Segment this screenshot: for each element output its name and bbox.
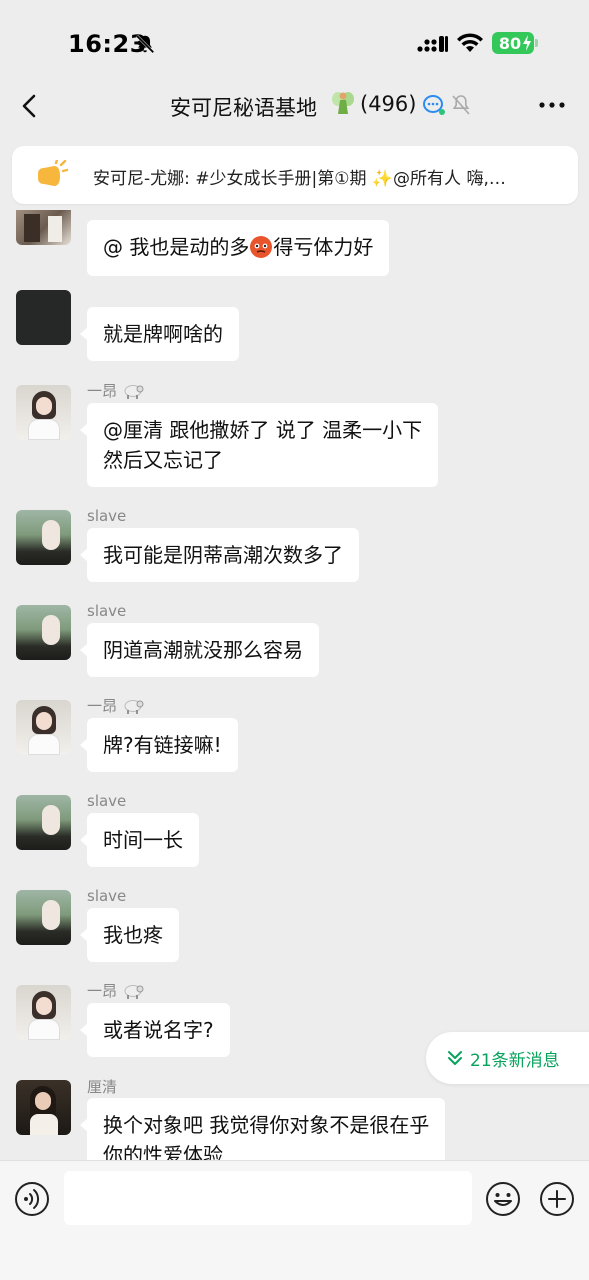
nav-bar: 安可尼秘语基地 (496) xyxy=(0,84,589,130)
avatar[interactable] xyxy=(16,795,71,850)
wifi-icon xyxy=(457,33,483,52)
message-text: 阴道高潮就没那么容易 xyxy=(103,638,303,662)
sender-name: slave xyxy=(87,602,127,620)
group-notice-banner[interactable]: 安可尼-尤娜: #少女成长手册|第①期 ✨@所有人 嗨,… xyxy=(12,146,578,204)
message-text: 得亏体力好 xyxy=(273,235,374,259)
angry-face-emoji xyxy=(250,236,273,258)
message-text-line: 你的性爱体验 xyxy=(103,1143,223,1160)
back-icon[interactable] xyxy=(16,92,44,120)
notice-text: 安可尼-尤娜: #少女成长手册|第①期 ✨@所有人 嗨,… xyxy=(93,169,506,189)
sheep-emoji xyxy=(124,985,144,999)
sender-name: 一昂 xyxy=(87,980,144,1001)
muted-icon xyxy=(452,95,470,115)
message-bubble[interactable]: 阴道高潮就没那么容易 xyxy=(80,623,319,677)
avatar[interactable] xyxy=(16,1080,71,1135)
voice-icon[interactable] xyxy=(14,1181,50,1217)
status-bar: 16:23 80 xyxy=(0,0,589,84)
avatar[interactable] xyxy=(16,890,71,945)
double-chevron-down-icon xyxy=(448,1051,462,1065)
avatar[interactable] xyxy=(16,700,71,755)
message-text-line: 换个对象吧 我觉得你对象不是很在乎 xyxy=(103,1113,430,1137)
message-bubble[interactable]: 时间一长 xyxy=(80,813,199,867)
battery-level: 80 xyxy=(498,33,522,53)
sender-name: 一昂 xyxy=(87,695,144,716)
sender-name: 一昂 xyxy=(87,380,144,401)
avatar[interactable] xyxy=(16,290,71,345)
more-icon[interactable] xyxy=(538,100,566,110)
message-bubble[interactable]: 我可能是阴蒂高潮次数多了 xyxy=(80,528,359,582)
message-text: 我可能是阴蒂高潮次数多了 xyxy=(103,543,343,567)
input-bar xyxy=(0,1160,589,1280)
message-bubble[interactable]: @ 我也是动的多 得亏体力好 xyxy=(87,220,390,276)
new-messages-label: 21条新消息 xyxy=(470,1050,560,1071)
member-count: (496) xyxy=(360,92,417,116)
plus-icon[interactable] xyxy=(539,1181,575,1217)
message-text: 或者说名字? xyxy=(103,1018,214,1042)
message-text: 我也疼 xyxy=(103,923,163,947)
avatar[interactable] xyxy=(16,510,71,565)
avatar[interactable] xyxy=(16,605,71,660)
sheep-emoji xyxy=(124,700,144,714)
message-text: 就是牌啊啥的 xyxy=(103,322,223,346)
emoji-icon[interactable] xyxy=(485,1181,521,1217)
new-messages-button[interactable]: 21条新消息 xyxy=(426,1032,589,1084)
message-text: @ 我也是动的多 xyxy=(103,235,250,259)
chat-bubble-icon xyxy=(423,95,445,115)
message-bubble[interactable]: 我也疼 xyxy=(80,908,179,962)
battery-indicator: 80 xyxy=(492,32,534,54)
avatar[interactable] xyxy=(16,985,71,1040)
sheep-emoji xyxy=(124,385,144,399)
charging-bolt-icon xyxy=(523,35,531,51)
message-bubble[interactable]: 换个对象吧 我觉得你对象不是很在乎 你的性爱体验 xyxy=(79,1098,446,1160)
message-bubble[interactable]: 牌?有链接嘛! xyxy=(80,718,238,772)
sender-name: slave xyxy=(87,792,127,810)
bell-slash-icon xyxy=(135,34,155,54)
message-bubble[interactable]: 就是牌啊啥的 xyxy=(80,307,239,361)
sender-name: slave xyxy=(87,507,127,525)
chat-message-list[interactable]: @ 我也是动的多 得亏体力好 就是牌啊啥的 一昂 @厘清 跟他撒娇了 说了 温柔一… xyxy=(0,210,589,1160)
message-input[interactable] xyxy=(64,1171,472,1225)
message-bubble[interactable]: @厘清 跟他撒娇了 说了 温柔一小下 然后又忘记了 xyxy=(79,403,439,487)
sender-name: 厘清 xyxy=(87,1078,118,1096)
avatar[interactable] xyxy=(16,385,71,440)
sender-name: slave xyxy=(87,887,127,905)
avatar[interactable] xyxy=(16,210,71,245)
signal-icon xyxy=(417,36,448,52)
megaphone-icon xyxy=(38,160,68,186)
group-title: 安可尼秘语基地 xyxy=(170,96,317,120)
message-text: 时间一长 xyxy=(103,828,183,852)
message-text-line: 然后又忘记了 xyxy=(103,448,223,472)
battery-cap xyxy=(535,39,538,47)
fairy-icon xyxy=(332,92,354,114)
message-bubble[interactable]: 或者说名字? xyxy=(80,1003,230,1057)
message-text-line: @厘清 跟他撒娇了 说了 温柔一小下 xyxy=(103,418,423,442)
message-text: 牌?有链接嘛! xyxy=(103,733,222,757)
